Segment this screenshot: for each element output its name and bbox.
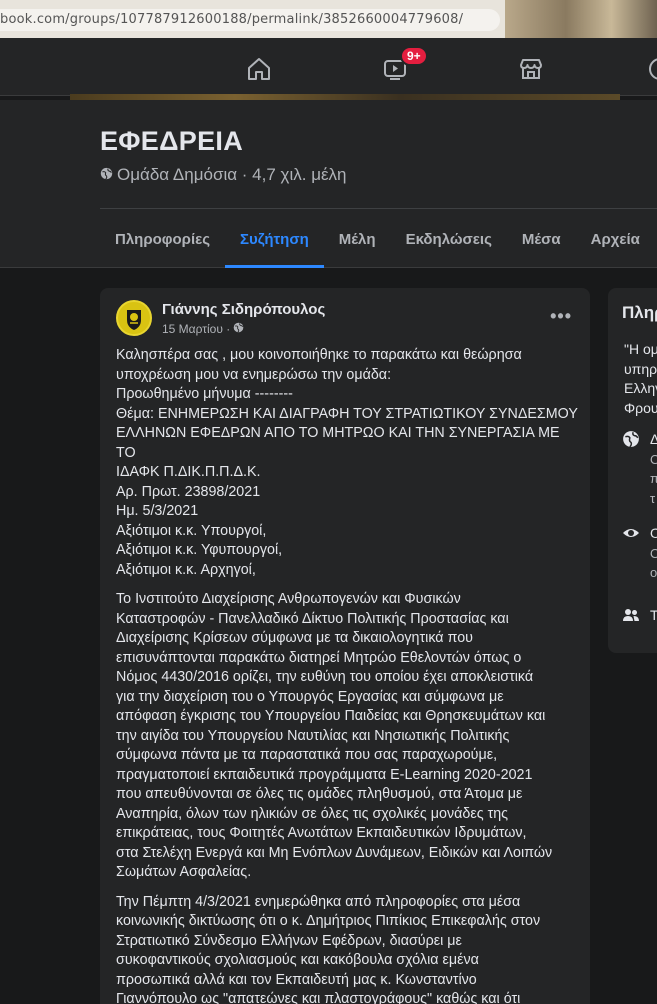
post-line: επισυνάπτονται παρακάτω διατηρεί Μητρώο … <box>116 649 522 666</box>
group-meta: Ομάδα Δημόσια · 4,7 χιλ. μέλη <box>100 165 347 185</box>
tab-files[interactable]: Αρχεία <box>576 210 655 268</box>
post-line: κοινωνικής δικτύωσης ότι ο κ. Δημήτριος … <box>116 913 541 929</box>
post-line: απόφαση έγκρισης του Υπουργείου Παιδείας… <box>116 708 546 724</box>
post-line: ΕΛΛΗΝΩΝ ΕΦΕΔΡΩΝ ΑΠΟ ΤΟ ΜΗΤΡΩΟ ΚΑΙ ΤΗΝ ΣΥ… <box>116 425 560 461</box>
post-line: Καλησπέρα σας , μου κοινοποιήθηκε το παρ… <box>116 347 522 363</box>
post-line: Σωμάτων Ασφαλείας. <box>116 864 252 880</box>
post-line: που απευθύνονται σε όλες τις ομάδες πληθ… <box>116 786 523 802</box>
privacy-desc: π <box>650 471 657 486</box>
post-line: υποχρέωση μου να ενημερώσω την ομάδα: <box>116 366 392 383</box>
post-card: Γιάννης Σιδηρόπουλος 15 Μαρτίου · ••• Κα… <box>100 288 590 1004</box>
tab-events[interactable]: Εκδηλώσεις <box>391 210 507 268</box>
top-navigation-bar <box>0 38 657 96</box>
post-line: Αρ. Πρωτ. 23898/2021 <box>116 483 261 500</box>
about-line: "Η ομ <box>624 341 657 357</box>
groups-icon[interactable] <box>645 54 657 84</box>
about-card-title: Πληρ <box>622 303 657 322</box>
post-line: πραγματοποιεί εκπαιδευτικά προγράμματα E… <box>116 766 533 783</box>
about-card: Πληρ "Η ομ υπηρ Ελλην Φρου Δ Ο π τ Ο Ο ο… <box>608 288 657 653</box>
group-tabs: Πληροφορίες Συζήτηση Μέλη Εκδηλώσεις Μέσ… <box>100 210 655 268</box>
post-line: Στρατιωτικό Σύνδεσμο Ελλήνων Εφέδρων, δι… <box>116 932 462 949</box>
public-globe-icon <box>233 322 244 336</box>
post-line: Γιαννόπουλο ως "απατεώνες και πλαστογράφ… <box>116 991 521 1004</box>
group-meta-text: Ομάδα Δημόσια · 4,7 χιλ. μέλη <box>117 165 347 184</box>
header-divider <box>100 208 657 209</box>
post-author[interactable]: Γιάννης Σιδηρόπουλος <box>162 301 325 318</box>
post-line: για την διαχείριση του ο Υπουργός Εργασί… <box>116 688 504 705</box>
post-paragraph-2: Το Ινστιτούτο Διαχείρισης Ανθρωπογενών κ… <box>116 590 580 883</box>
visibility-desc: ο <box>650 565 657 580</box>
visibility-title: Ο <box>650 525 657 541</box>
tab-media[interactable]: Μέσα <box>507 210 576 268</box>
privacy-desc: τ <box>650 490 656 506</box>
post-line: Αξιότιμοι κ.κ. Υπουργοί, <box>116 522 267 539</box>
post-paragraph-1: Καλησπέρα σας , μου κοινοποιήθηκε το παρ… <box>116 346 580 580</box>
avatar[interactable] <box>116 300 152 336</box>
post-line: Καταστροφών - Πανελλαδικό Δίκτυο Πολιτικ… <box>116 610 509 627</box>
post-line: Ημ. 5/3/2021 <box>116 503 199 519</box>
about-line: Φρου <box>624 399 657 416</box>
post-line: προσωπικά αλλά και τον Εκπαιδευτή μας κ.… <box>116 971 477 988</box>
marketplace-icon[interactable] <box>516 54 546 84</box>
privacy-row: Δ Ο π τ <box>622 430 657 508</box>
post-line: Την Πέμπτη 4/3/2021 ενημερώθηκα από πληρ… <box>116 893 521 910</box>
post-line: Διαχείρισης Κρίσεων σύμφωνα με τα δικαιο… <box>116 630 473 646</box>
tab-members[interactable]: Μέλη <box>324 210 391 268</box>
post-line: Το Ινστιτούτο Διαχείρισης Ανθρωπογενών κ… <box>116 591 461 607</box>
post-line: Αξιότιμοι κ.κ. Αρχηγοί, <box>116 561 256 578</box>
post-line: Αναπηρία, όλων των ηλικιών σε όλες τις σ… <box>116 805 509 822</box>
people-icon <box>622 606 640 629</box>
visibility-desc: Ο <box>650 545 657 561</box>
post-line: στα Στελέχη Ενεργά και Μη Ενόπλων Δυνάμε… <box>116 844 553 861</box>
eye-icon <box>622 524 640 547</box>
post-date[interactable]: 15 Μαρτίου · <box>162 322 230 336</box>
post-date-row: 15 Μαρτίου · <box>162 322 244 336</box>
post-line: συκοφαντικούς σχολιασμούς και κακόβουλα … <box>116 952 479 968</box>
group-name: ΕΦΕΔΡΕΙΑ <box>100 126 244 156</box>
members-title: Τ <box>650 607 657 623</box>
post-line: την αιγίδα του Υπουργείου Ναυτιλίας και … <box>116 727 510 744</box>
privacy-title: Δ <box>650 431 657 447</box>
tab-about[interactable]: Πληροφορίες <box>100 210 225 268</box>
tab-discussion[interactable]: Συζήτηση <box>225 210 324 268</box>
visibility-row: Ο Ο ο <box>622 524 657 583</box>
globe-icon <box>100 165 113 185</box>
post-line: ΙΔΑΦΚ Π.ΔΙΚ.Π.Π.Δ.Κ. <box>116 464 261 480</box>
post-line: Νόμος 4430/2016 ορίζει, την ευθύνη του ο… <box>116 669 534 685</box>
post-text: Καλησπέρα σας , μου κοινοποιήθηκε το παρ… <box>116 346 580 1004</box>
post-paragraph-3: Την Πέμπτη 4/3/2021 ενημερώθηκα από πληρ… <box>116 893 580 1004</box>
members-row: Τ <box>622 606 657 629</box>
url-text: book.com/groups/107787912600188/permalin… <box>0 12 464 27</box>
post-options-button[interactable]: ••• <box>550 306 572 327</box>
post-line: επικράτειας, τους Φοιτητές Ανωτάτων Εκπα… <box>116 825 527 841</box>
post-line: Θέμα: ΕΝΗΜΕΡΩΣΗ ΚΑΙ ΔΙΑΓΡΑΦΗ ΤΟΥ ΣΤΡΑΤΙΩ… <box>116 405 578 422</box>
browser-address-bar[interactable]: book.com/groups/107787912600188/permalin… <box>0 0 657 38</box>
post-line: Αξιότιμοι κ.κ. Υφυπουργοί, <box>116 542 283 558</box>
globe-icon <box>622 430 640 453</box>
home-icon[interactable] <box>244 54 274 84</box>
post-line: Προωθημένο μήνυμα -------- <box>116 386 293 402</box>
browser-toolbar-image <box>505 0 657 38</box>
notification-badge: 9+ <box>400 46 428 66</box>
about-line: Ελλην <box>624 380 657 396</box>
about-description: "Η ομ υπηρ Ελλην Φρου <box>624 340 657 418</box>
about-line: υπηρ <box>624 360 657 377</box>
privacy-desc: Ο <box>650 451 657 467</box>
post-line: σύμφωνα πάντα με τα παραστατικά που σας … <box>116 747 498 763</box>
